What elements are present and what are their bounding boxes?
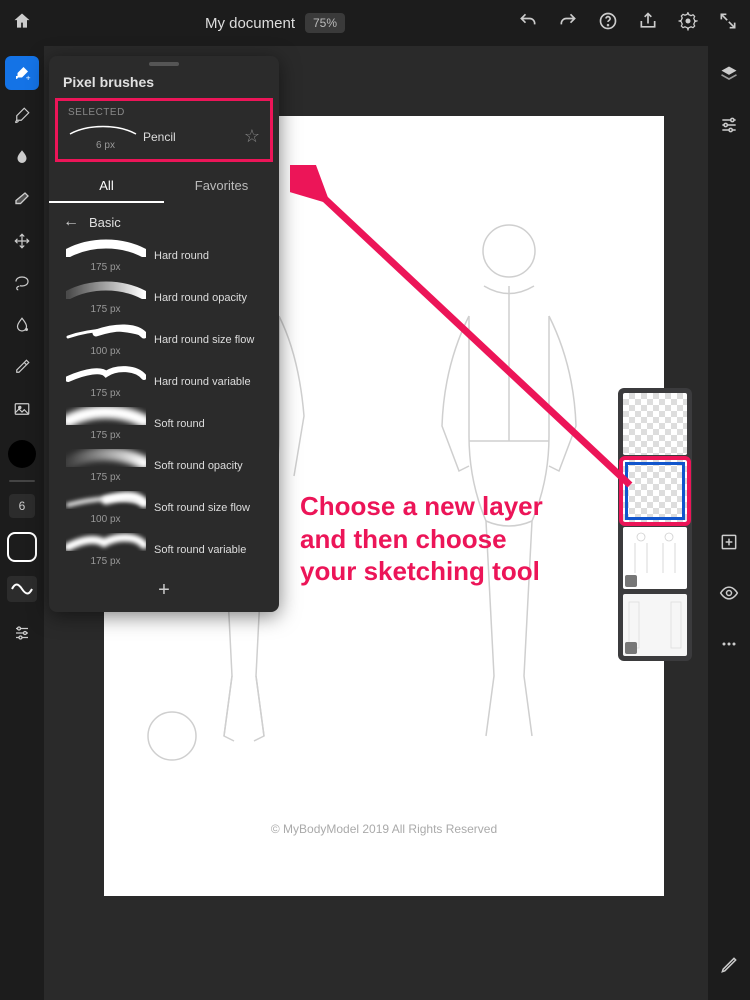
brush-size: 175 px [63,472,148,483]
eraser-tool[interactable] [5,182,39,216]
brush-name: Hard round [148,250,265,262]
brush-category-name: Basic [89,215,121,230]
paint-tool[interactable] [5,98,39,132]
favorite-star-icon[interactable]: ☆ [244,126,260,147]
brush-size: 175 px [63,304,148,315]
brush-category-row[interactable]: ← Basic [49,203,279,237]
brush-name: Soft round size flow [148,502,265,514]
brush-panel: Pixel brushes SELECTED 6 px Pencil ☆ All… [49,56,279,612]
brush-size: 175 px [63,262,148,273]
brush-dynamics-chip[interactable] [7,576,37,602]
brush-name: Hard round size flow [148,334,265,346]
copyright-text: © MyBodyModel 2019 All Rights Reserved [104,822,664,836]
foreground-color[interactable] [8,440,36,468]
selected-label: SELECTED [68,107,260,118]
layers-strip [618,388,692,661]
layer-badge-icon [625,642,637,654]
figure-head-circle [142,706,202,766]
brush-item[interactable]: 100 pxHard round size flow [49,321,279,363]
plus-icon: + [158,579,170,601]
figure-back [414,216,604,756]
brush-item[interactable]: 175 pxHard round opacity [49,279,279,321]
home-icon[interactable] [12,11,32,36]
brush-preview: 175 px [63,365,148,399]
left-toolbar: + 6 [0,46,44,1000]
brush-size: 175 px [63,556,148,567]
brush-size: 100 px [63,346,148,357]
layer-thumb[interactable] [623,527,687,589]
smudge-tool[interactable] [5,140,39,174]
brush-item[interactable]: 175 pxSoft round [49,405,279,447]
tab-all[interactable]: All [49,170,164,203]
share-icon[interactable] [638,11,658,36]
sliders-icon[interactable] [5,616,39,650]
image-tool[interactable] [5,392,39,426]
properties-icon[interactable] [719,115,739,140]
brush-tabs: All Favorites [49,170,279,203]
gear-icon[interactable] [678,11,698,36]
panel-title: Pixel brushes [49,70,279,98]
layer-thumb[interactable] [623,393,687,455]
selected-brush-box[interactable]: SELECTED 6 px Pencil ☆ [55,98,273,162]
help-icon[interactable] [598,11,618,36]
tab-favorites[interactable]: Favorites [164,170,279,203]
brush-tool[interactable]: + [5,56,39,90]
pencil-icon[interactable] [719,955,739,980]
document-title: My document [205,15,295,32]
selected-brush-size: 6 px [68,140,143,151]
annotation-text: Choose a new layer and then choose your … [300,490,543,588]
brush-preview: 175 px [63,281,148,315]
brush-item[interactable]: 175 pxSoft round opacity [49,447,279,489]
eyedropper-tool[interactable] [5,350,39,384]
undo-icon[interactable] [518,11,538,36]
fill-tool[interactable] [5,308,39,342]
brush-size: 100 px [63,514,148,525]
more-icon[interactable] [719,634,739,659]
add-layer-icon[interactable] [719,532,739,557]
brush-size-chip[interactable]: 6 [9,494,35,518]
brush-name: Soft round [148,418,265,430]
layer-thumb[interactable] [623,594,687,656]
brush-item[interactable]: 175 pxHard round [49,237,279,279]
brush-name: Soft round variable [148,544,265,556]
panel-drag-handle[interactable] [149,62,179,66]
svg-text:+: + [26,74,31,83]
brush-preview: 175 px [63,239,148,273]
brush-size: 175 px [63,430,148,441]
brush-item[interactable]: 175 pxSoft round variable [49,531,279,573]
move-tool[interactable] [5,224,39,258]
brush-name: Soft round opacity [148,460,265,472]
brush-preview: 175 px [63,533,148,567]
topbar: My document 75% [0,0,750,46]
layer-badge-icon [625,575,637,587]
layers-icon[interactable] [719,64,739,89]
layer-thumb-selected[interactable] [623,460,687,522]
brush-preview: 175 px [63,407,148,441]
rail-divider [9,480,35,482]
brush-preview: 100 px [63,323,148,357]
selected-brush-name: Pencil [143,130,244,144]
brush-item[interactable]: 175 pxHard round variable [49,363,279,405]
brush-size: 175 px [63,388,148,399]
brush-list: 175 pxHard round175 pxHard round opacity… [49,237,279,573]
brush-shape-chip[interactable] [7,532,37,562]
fullscreen-icon[interactable] [718,11,738,36]
lasso-tool[interactable] [5,266,39,300]
visibility-icon[interactable] [719,583,739,608]
brush-name: Hard round opacity [148,292,265,304]
brush-name: Hard round variable [148,376,265,388]
add-brush-button[interactable]: + [49,579,279,602]
redo-icon[interactable] [558,11,578,36]
brush-preview: 100 px [63,491,148,525]
zoom-badge[interactable]: 75% [305,13,345,33]
brush-item[interactable]: 100 pxSoft round size flow [49,489,279,531]
right-toolbar [708,46,750,1000]
brush-preview: 175 px [63,449,148,483]
selected-brush-preview [68,122,138,138]
back-arrow-icon[interactable]: ← [63,213,79,231]
